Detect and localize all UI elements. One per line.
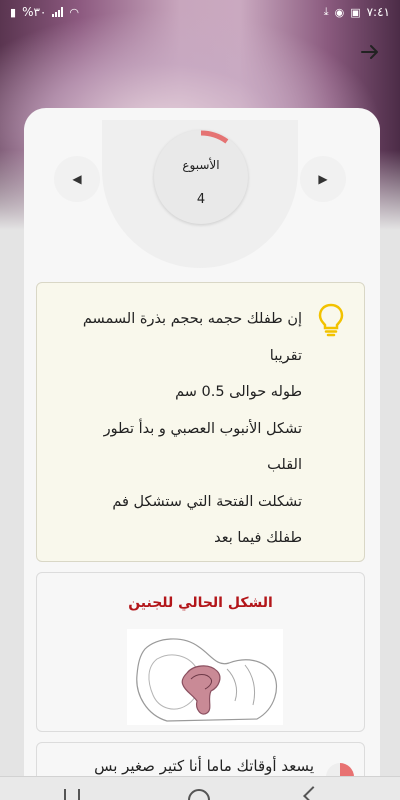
whatsapp-icon: ◉ bbox=[334, 5, 345, 19]
info-line: إن طفلك حجمه بحجم بذرة السمسم bbox=[82, 311, 302, 327]
arrow-right-icon[interactable] bbox=[356, 38, 384, 66]
week-label: الأسبوع bbox=[182, 158, 220, 172]
fetus-illustration bbox=[127, 629, 283, 725]
next-week-button[interactable]: ▶ bbox=[300, 156, 346, 202]
previous-week-button[interactable]: ◀ bbox=[54, 156, 100, 202]
week-number: 4 bbox=[196, 192, 206, 207]
fetus-shape-card[interactable]: الشكل الحالي للجنين bbox=[36, 572, 365, 732]
week-progress-ring bbox=[154, 130, 248, 224]
fetus-shape-title: الشكل الحالي للجنين bbox=[128, 595, 273, 611]
back-icon[interactable] bbox=[303, 786, 323, 800]
recent-apps-icon[interactable] bbox=[64, 789, 80, 800]
status-bar: ▮ %٣٠ ◠ ⤓ ◉ ▣ ٧:٤١ bbox=[0, 0, 400, 24]
info-line: تشكل الأنبوب العصبي و بدأ تطور bbox=[103, 420, 302, 437]
download-icon: ⤓ bbox=[323, 5, 329, 18]
status-time: ٧:٤١ bbox=[366, 5, 390, 19]
info-line: طفلك فيما بعد bbox=[214, 530, 302, 546]
info-lines: إن طفلك حجمه بحجم بذرة السمسم تقريبا طول… bbox=[42, 301, 302, 557]
quote-text: يسعد أوقاتك ماما أنا كتير صغير بس bbox=[94, 757, 314, 775]
system-nav-bar bbox=[0, 776, 400, 800]
week-indicator: الأسبوع 4 bbox=[154, 130, 248, 224]
status-left: ▮ %٣٠ ◠ bbox=[10, 5, 79, 19]
week-progress-arc bbox=[154, 130, 248, 224]
info-card: إن طفلك حجمه بحجم بذرة السمسم تقريبا طول… bbox=[36, 282, 365, 562]
info-line: تشكلت الفتحة التي ستشكل فم bbox=[112, 493, 302, 510]
info-line: القلب bbox=[267, 457, 302, 473]
triangle-left-icon: ◀ bbox=[72, 172, 82, 186]
battery-icon: ▮ bbox=[10, 5, 17, 19]
info-line: طوله حوالى 0.5 سم bbox=[175, 384, 302, 400]
home-icon[interactable] bbox=[188, 789, 210, 800]
top-bar bbox=[0, 34, 400, 70]
triangle-right-icon: ▶ bbox=[318, 172, 328, 186]
wifi-icon: ◠ bbox=[69, 5, 79, 19]
image-icon: ▣ bbox=[350, 5, 361, 19]
battery-percent: %٣٠ bbox=[22, 5, 47, 19]
signal-icon bbox=[52, 7, 64, 17]
status-right: ⤓ ◉ ▣ ٧:٤١ bbox=[324, 5, 390, 19]
lightbulb-icon bbox=[318, 303, 344, 337]
info-line: تقريبا bbox=[269, 347, 302, 364]
